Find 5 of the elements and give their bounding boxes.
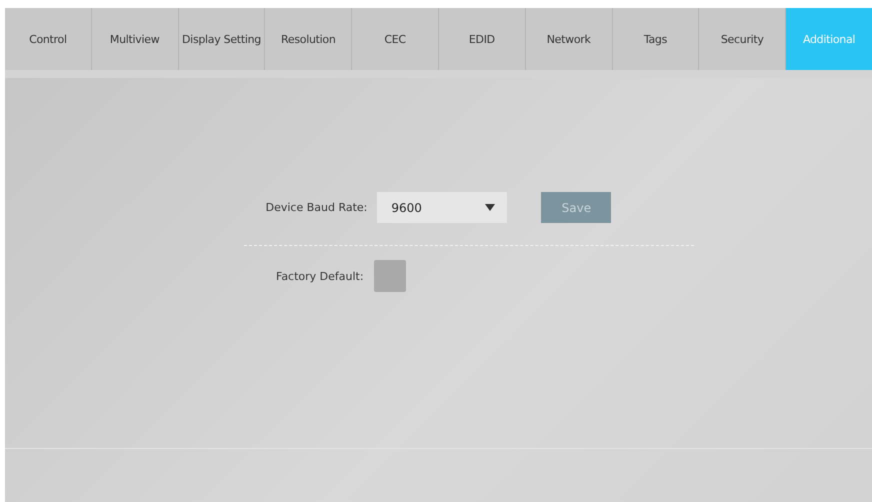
field-label: Device Baud Rate:	[266, 201, 368, 214]
field-label: Factory Default:	[276, 270, 364, 282]
checkbox[interactable]	[374, 260, 406, 292]
caret-icon	[485, 204, 496, 211]
dropdown[interactable]: 9600	[377, 192, 508, 223]
